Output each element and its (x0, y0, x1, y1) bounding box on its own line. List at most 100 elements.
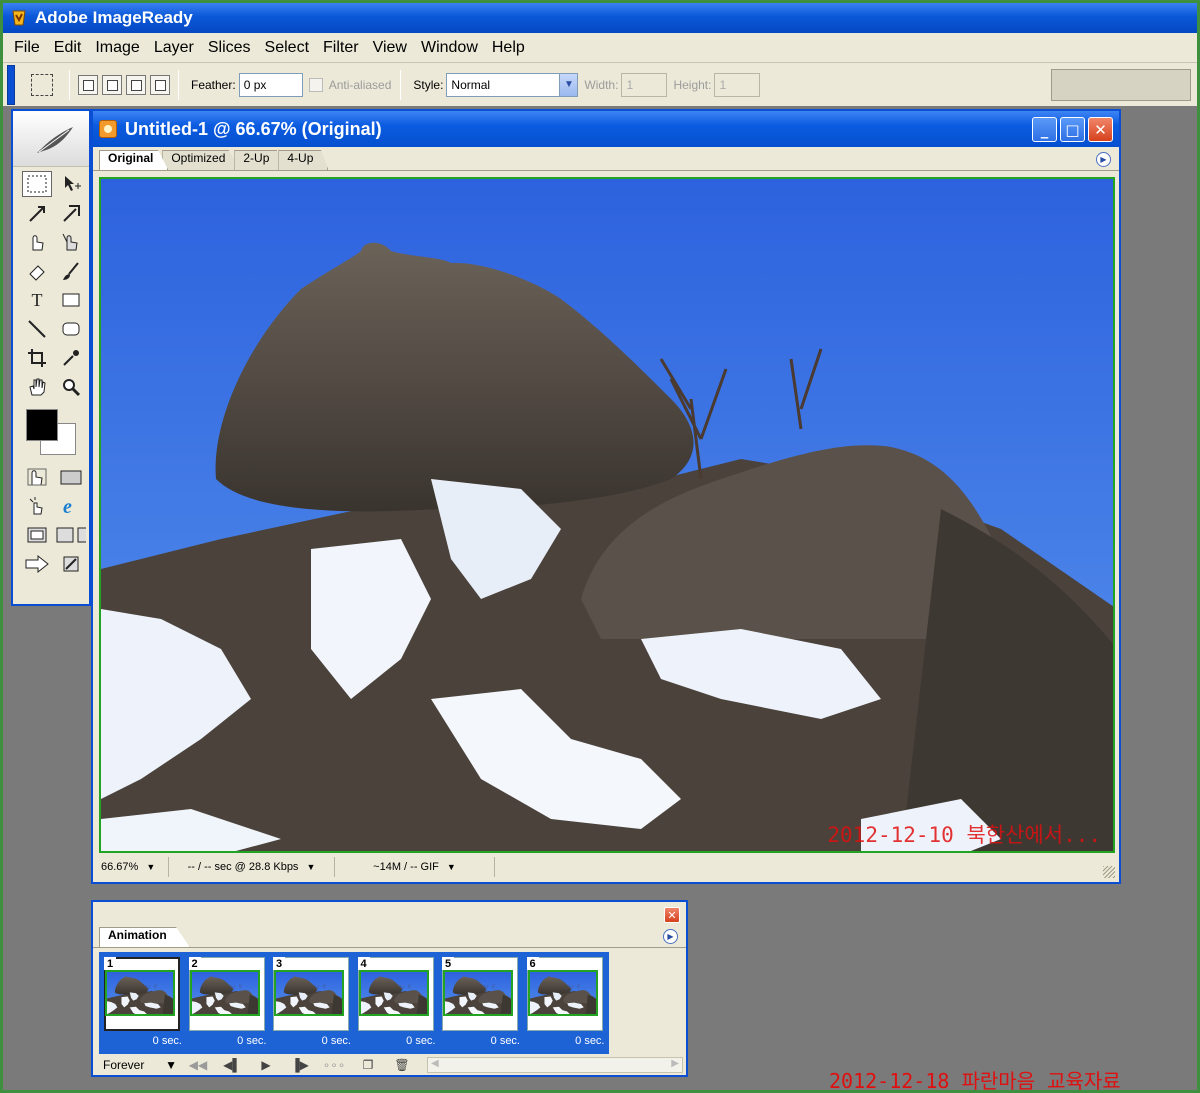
style-select[interactable]: Normal ▼ (446, 72, 579, 97)
new-selection-button[interactable] (78, 74, 98, 95)
zoom-level-select[interactable]: 66.67% ▼ (97, 857, 169, 877)
rollover-preview-icon[interactable] (22, 493, 52, 519)
image-map-select-tool-icon[interactable] (56, 229, 86, 255)
zoom-tool-icon[interactable] (56, 374, 86, 400)
frame-delay[interactable]: 0 sec. (356, 1035, 435, 1047)
preview-in-browser-icon[interactable]: e (56, 493, 86, 519)
width-input[interactable] (621, 72, 668, 97)
image-canvas[interactable]: 2012-12-10 북한산에서... (99, 177, 1115, 853)
dropdown-arrow-icon: ▼ (446, 862, 456, 872)
marquee-tool-icon[interactable] (22, 171, 52, 197)
eyedropper-tool-icon[interactable] (56, 345, 86, 371)
frame-delay[interactable]: 0 sec. (271, 1035, 351, 1047)
line-tool-icon[interactable] (22, 316, 52, 342)
options-bar-grip[interactable] (7, 64, 15, 105)
slice-select-tool-icon[interactable] (56, 200, 86, 226)
menu-file[interactable]: File (7, 39, 47, 57)
file-size-select[interactable]: ~14M / -- GIF ▼ (335, 857, 495, 877)
feather-input[interactable] (238, 72, 303, 97)
crop-tool-icon[interactable] (22, 345, 52, 371)
frame-delay[interactable]: 0 sec. (102, 1035, 182, 1047)
frame-delay[interactable]: 0 sec. (440, 1035, 520, 1047)
frames-scrollbar[interactable]: ◀ ▶ (427, 1057, 683, 1073)
feather-logo-icon (35, 125, 75, 158)
minimize-button[interactable]: _ (1032, 117, 1057, 142)
menu-view[interactable]: View (366, 39, 414, 57)
type-tool-icon[interactable]: T (22, 287, 52, 313)
rounded-rectangle-tool-icon[interactable] (56, 316, 86, 342)
animation-frame[interactable]: 5 0 sec. (440, 955, 525, 1051)
menu-help[interactable]: Help (485, 39, 532, 57)
hand-tool-icon[interactable] (22, 374, 52, 400)
menu-window[interactable]: Window (414, 39, 485, 57)
next-frame-icon[interactable]: ▐▶ (283, 1058, 317, 1072)
standard-screen-mode-icon[interactable] (22, 522, 52, 548)
resize-grip[interactable] (1103, 866, 1115, 878)
download-time-select[interactable]: -- / -- sec @ 28.8 Kbps ▼ (169, 857, 335, 877)
foreground-color-swatch[interactable] (26, 409, 58, 441)
play-icon[interactable]: ▶ (249, 1058, 283, 1072)
tab-2-up[interactable]: 2-Up (234, 150, 285, 170)
edit-in-photoshop-icon[interactable] (56, 551, 86, 577)
menu-slices[interactable]: Slices (201, 39, 258, 57)
close-icon: ✕ (1094, 120, 1107, 139)
frame-thumbnail (443, 970, 513, 1016)
first-frame-icon[interactable]: ◀◀ (181, 1058, 215, 1072)
duplicate-frame-icon[interactable]: ❐ (351, 1058, 385, 1072)
previous-frame-icon[interactable]: ◀▌ (215, 1058, 249, 1072)
frame-number: 5 (442, 957, 454, 970)
animation-frame[interactable]: 2 0 sec. (187, 955, 272, 1051)
maximize-button[interactable]: □ (1060, 117, 1085, 142)
panel-menu-arrow-icon[interactable]: ▶ (1096, 152, 1111, 167)
tab-animation[interactable]: Animation (99, 927, 190, 947)
panel-menu-arrow-icon[interactable]: ▶ (663, 929, 678, 944)
loop-select[interactable]: Forever ▼ (99, 1058, 181, 1072)
menu-layer[interactable]: Layer (147, 39, 201, 57)
toggle-image-maps-icon[interactable] (56, 464, 86, 490)
tab-original[interactable]: Original (99, 150, 169, 170)
delete-frame-icon[interactable]: 🗑 (385, 1058, 419, 1072)
move-tool-icon[interactable] (56, 171, 86, 197)
tab-optimized[interactable]: Optimized (162, 150, 241, 170)
animation-frame[interactable]: 6 0 sec. (525, 955, 610, 1051)
intersect-selection-button[interactable] (150, 74, 170, 95)
toggle-slices-icon[interactable] (22, 464, 52, 490)
antialiased-checkbox[interactable] (308, 77, 323, 92)
rectangle-tool-icon[interactable] (56, 287, 86, 313)
toolbox-header[interactable] (13, 111, 89, 167)
rect-marquee-preset-icon[interactable] (31, 73, 53, 96)
tab-4-up[interactable]: 4-Up (278, 150, 329, 170)
close-button[interactable]: ✕ (1088, 117, 1113, 142)
app-titlebar[interactable]: Adobe ImageReady (3, 3, 1197, 33)
palette-well[interactable] (1051, 69, 1191, 101)
brush-tool-icon[interactable] (56, 258, 86, 284)
animation-palette-header[interactable]: ✕ (93, 902, 686, 924)
animation-frame[interactable]: 1 0 sec. (102, 955, 187, 1051)
animation-frame[interactable]: 3 0 sec. (271, 955, 356, 1051)
menu-edit[interactable]: Edit (47, 39, 89, 57)
height-input[interactable] (714, 72, 761, 97)
animation-frame[interactable]: 4 0 sec. (356, 955, 441, 1051)
subtract-selection-button[interactable] (126, 74, 146, 95)
frame-delay[interactable]: 0 sec. (187, 1035, 266, 1047)
animation-close-button[interactable]: ✕ (664, 907, 680, 923)
slice-tool-icon[interactable] (22, 200, 52, 226)
document-titlebar[interactable]: Untitled-1 @ 66.67% (Original) _ □ ✕ (93, 111, 1119, 147)
menu-image[interactable]: Image (88, 39, 146, 57)
frame-delay[interactable]: 0 sec. (525, 1035, 604, 1047)
eraser-tool-icon[interactable] (22, 258, 52, 284)
menu-select[interactable]: Select (258, 39, 316, 57)
add-selection-button[interactable] (102, 74, 122, 95)
image-map-tool-icon[interactable] (22, 229, 52, 255)
menu-filter[interactable]: Filter (316, 39, 366, 57)
jump-to-photoshop-icon[interactable] (22, 551, 52, 577)
document-tabs: Original Optimized 2-Up 4-Up ▶ (93, 147, 1119, 171)
scroll-right-icon[interactable]: ▶ (671, 1058, 679, 1072)
frame-number: 1 (104, 957, 116, 970)
frame-number: 4 (357, 957, 370, 970)
tween-icon[interactable]: ∘∘∘ (317, 1058, 351, 1072)
minimize-icon: _ (1040, 120, 1049, 139)
scroll-left-icon[interactable]: ◀ (431, 1058, 439, 1072)
full-screen-mode-icon[interactable] (56, 522, 86, 548)
frame-thumbnail (189, 970, 260, 1016)
